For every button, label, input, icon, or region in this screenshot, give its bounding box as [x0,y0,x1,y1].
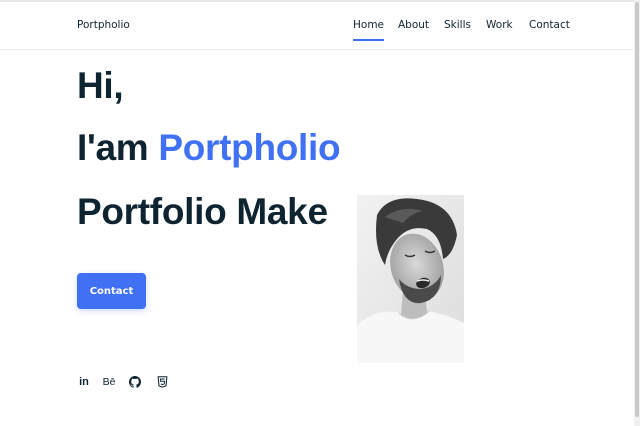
github-link[interactable] [128,374,142,390]
profile-photo-image [357,195,464,363]
hero-tagline: Portfolio Make [77,191,328,232]
header: Portpholio Home About Skills Work Contac… [0,2,634,50]
page: Portpholio Home About Skills Work Contac… [0,0,640,426]
github-icon [129,376,141,388]
hero-intro: I'am Portpholio [77,126,341,170]
hero-greeting: Hi, [77,65,124,106]
nav-work[interactable]: Work [486,19,513,31]
behance-link[interactable]: Bē [102,374,116,390]
contact-button[interactable]: Contact [77,273,146,309]
hero-intro-prefix: I'am [77,127,149,168]
hero-intro-name: Portpholio [158,127,341,168]
behance-icon: Bē [102,376,116,388]
nav-contact[interactable]: Contact [529,19,570,31]
scrollbar[interactable] [634,0,640,426]
profile-photo [357,195,464,363]
scrollbar-thumb[interactable] [635,2,639,417]
nav-home[interactable]: Home [353,19,385,41]
html5-link[interactable] [155,374,169,390]
site-logo[interactable]: Portpholio [77,19,130,31]
nav-about[interactable]: About [398,19,429,31]
linkedin-icon: in [79,376,89,388]
html5-icon [157,376,167,388]
nav-skills[interactable]: Skills [444,19,471,31]
linkedin-link[interactable]: in [77,374,91,390]
